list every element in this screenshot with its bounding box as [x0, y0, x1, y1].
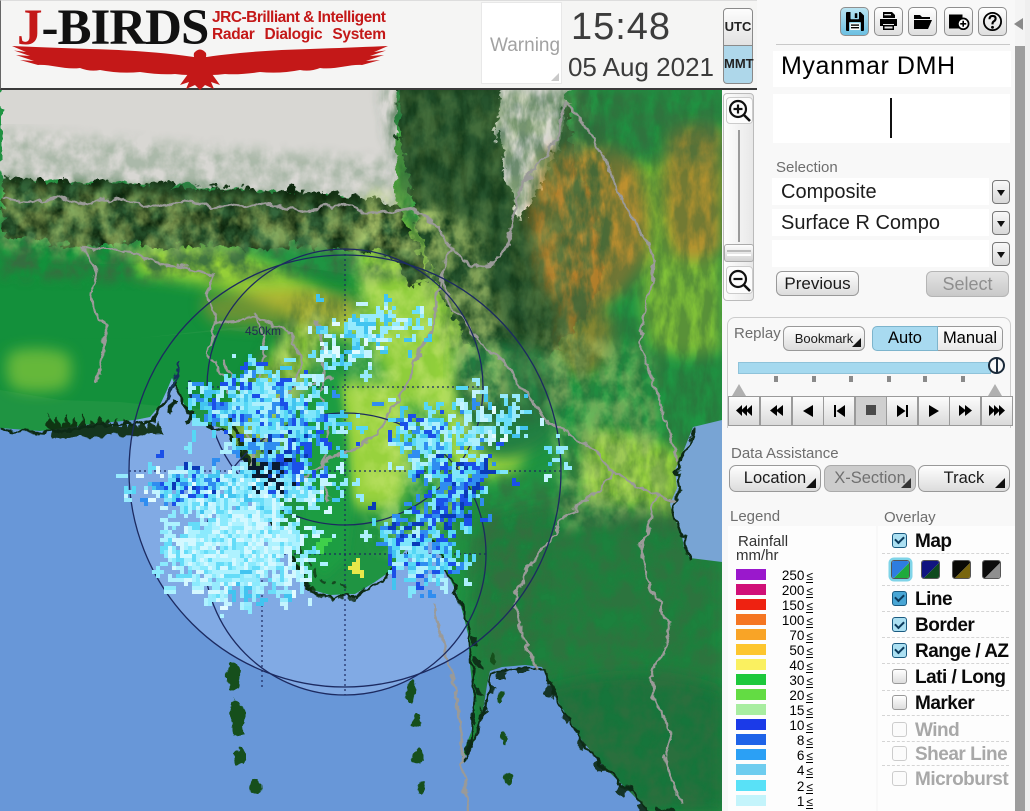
svg-text:450km: 450km: [245, 324, 281, 338]
